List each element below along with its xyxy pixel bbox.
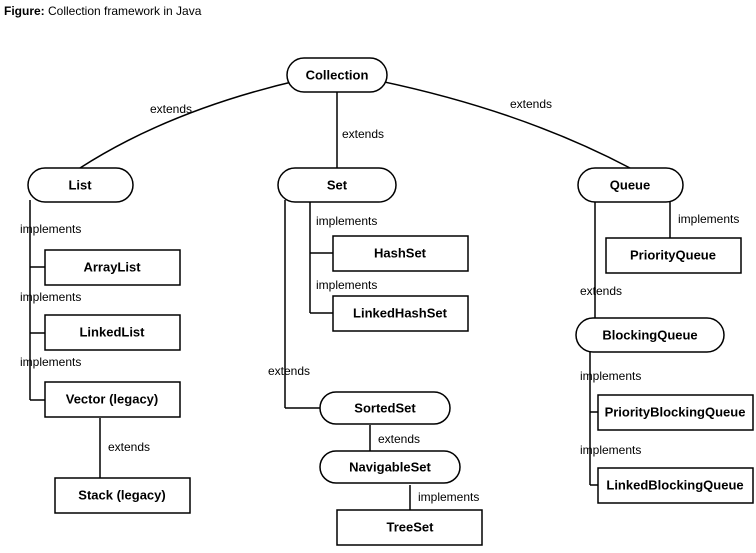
node-label-sortedset: SortedSet <box>354 400 416 415</box>
edge-label-implements: implements <box>580 443 641 457</box>
node-label-arraylist: ArrayList <box>83 259 141 274</box>
node-label-linkedblockingqueue: LinkedBlockingQueue <box>606 477 743 492</box>
edge-label-implements: implements <box>418 490 479 504</box>
node-label-linkedhashset: LinkedHashSet <box>353 305 448 320</box>
node-label-hashset: HashSet <box>374 245 427 260</box>
edge-label-implements: implements <box>316 278 377 292</box>
node-label-priorityblockingqueue: PriorityBlockingQueue <box>605 404 746 419</box>
node-label-blockingqueue: BlockingQueue <box>602 327 697 342</box>
diagram-svg: extends extends extends implements imple… <box>0 0 756 553</box>
edge-collection-list <box>80 80 300 168</box>
edge-collection-queue <box>375 80 630 168</box>
edge-label-implements: implements <box>678 212 739 226</box>
node-label-queue: Queue <box>610 177 650 192</box>
node-label-list: List <box>68 177 92 192</box>
edge-label-extends: extends <box>268 364 310 378</box>
edge-label-extends: extends <box>108 440 150 454</box>
edge-label-extends: extends <box>510 97 552 111</box>
edge-label-implements: implements <box>316 214 377 228</box>
node-label-collection: Collection <box>306 67 369 82</box>
edge-label-implements: implements <box>580 369 641 383</box>
node-label-set: Set <box>327 177 348 192</box>
node-label-vector: Vector (legacy) <box>66 391 159 406</box>
edge-label-extends: extends <box>150 102 192 116</box>
node-label-navigableset: NavigableSet <box>349 459 431 474</box>
node-label-linkedlist: LinkedList <box>79 324 145 339</box>
edge-label-implements: implements <box>20 355 81 369</box>
node-label-priorityqueue: PriorityQueue <box>630 247 716 262</box>
edge-label-extends: extends <box>580 284 622 298</box>
edge-label-implements: implements <box>20 222 81 236</box>
node-label-stack: Stack (legacy) <box>78 487 165 502</box>
edge-label-extends: extends <box>342 127 384 141</box>
edge-label-implements: implements <box>20 290 81 304</box>
node-label-treeset: TreeSet <box>387 519 435 534</box>
edge-label-extends: extends <box>378 432 420 446</box>
